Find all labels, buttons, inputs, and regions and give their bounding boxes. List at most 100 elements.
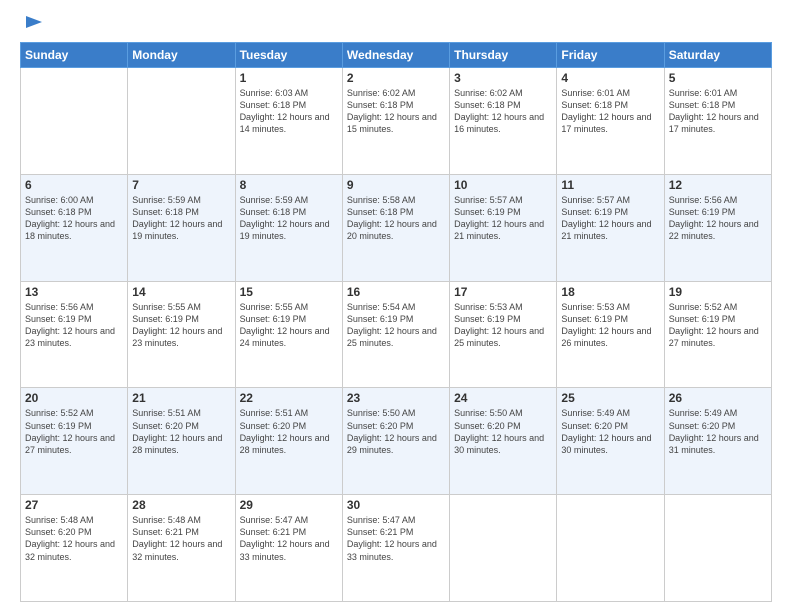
day-info: Sunrise: 6:02 AMSunset: 6:18 PMDaylight:… [347, 87, 445, 136]
weekday-header: Saturday [664, 43, 771, 68]
calendar-cell: 12 Sunrise: 5:56 AMSunset: 6:19 PMDayligh… [664, 174, 771, 281]
calendar-cell [450, 495, 557, 602]
day-info: Sunrise: 6:01 AMSunset: 6:18 PMDaylight:… [669, 87, 767, 136]
day-number: 23 [347, 391, 445, 405]
day-info: Sunrise: 5:53 AMSunset: 6:19 PMDaylight:… [454, 301, 552, 350]
day-info: Sunrise: 5:49 AMSunset: 6:20 PMDaylight:… [669, 407, 767, 456]
calendar-week-row: 27 Sunrise: 5:48 AMSunset: 6:20 PMDayligh… [21, 495, 772, 602]
calendar-cell: 6 Sunrise: 6:00 AMSunset: 6:18 PMDaylight… [21, 174, 128, 281]
day-number: 20 [25, 391, 123, 405]
day-info: Sunrise: 5:51 AMSunset: 6:20 PMDaylight:… [240, 407, 338, 456]
day-number: 5 [669, 71, 767, 85]
calendar-cell: 17 Sunrise: 5:53 AMSunset: 6:19 PMDayligh… [450, 281, 557, 388]
calendar-cell: 23 Sunrise: 5:50 AMSunset: 6:20 PMDayligh… [342, 388, 449, 495]
calendar-cell: 28 Sunrise: 5:48 AMSunset: 6:21 PMDayligh… [128, 495, 235, 602]
day-number: 10 [454, 178, 552, 192]
calendar-cell: 10 Sunrise: 5:57 AMSunset: 6:19 PMDayligh… [450, 174, 557, 281]
calendar-cell [21, 68, 128, 175]
calendar-week-row: 6 Sunrise: 6:00 AMSunset: 6:18 PMDaylight… [21, 174, 772, 281]
calendar-week-row: 1 Sunrise: 6:03 AMSunset: 6:18 PMDaylight… [21, 68, 772, 175]
calendar-cell: 18 Sunrise: 5:53 AMSunset: 6:19 PMDayligh… [557, 281, 664, 388]
calendar-cell [557, 495, 664, 602]
day-info: Sunrise: 5:57 AMSunset: 6:19 PMDaylight:… [454, 194, 552, 243]
calendar-cell: 15 Sunrise: 5:55 AMSunset: 6:19 PMDayligh… [235, 281, 342, 388]
calendar-cell: 25 Sunrise: 5:49 AMSunset: 6:20 PMDayligh… [557, 388, 664, 495]
day-number: 12 [669, 178, 767, 192]
day-info: Sunrise: 5:58 AMSunset: 6:18 PMDaylight:… [347, 194, 445, 243]
day-number: 14 [132, 285, 230, 299]
day-number: 29 [240, 498, 338, 512]
day-info: Sunrise: 6:01 AMSunset: 6:18 PMDaylight:… [561, 87, 659, 136]
day-number: 1 [240, 71, 338, 85]
calendar-cell: 21 Sunrise: 5:51 AMSunset: 6:20 PMDayligh… [128, 388, 235, 495]
calendar-cell: 24 Sunrise: 5:50 AMSunset: 6:20 PMDayligh… [450, 388, 557, 495]
page: SundayMondayTuesdayWednesdayThursdayFrid… [0, 0, 792, 612]
day-info: Sunrise: 6:00 AMSunset: 6:18 PMDaylight:… [25, 194, 123, 243]
calendar-cell: 29 Sunrise: 5:47 AMSunset: 6:21 PMDayligh… [235, 495, 342, 602]
day-number: 6 [25, 178, 123, 192]
calendar-cell: 3 Sunrise: 6:02 AMSunset: 6:18 PMDaylight… [450, 68, 557, 175]
day-info: Sunrise: 5:50 AMSunset: 6:20 PMDaylight:… [347, 407, 445, 456]
day-info: Sunrise: 5:48 AMSunset: 6:20 PMDaylight:… [25, 514, 123, 563]
day-number: 21 [132, 391, 230, 405]
day-info: Sunrise: 5:55 AMSunset: 6:19 PMDaylight:… [132, 301, 230, 350]
calendar-cell: 8Sunrise: 5:59 AMSunset: 6:18 PMDaylight… [235, 174, 342, 281]
day-info: Sunrise: 5:53 AMSunset: 6:19 PMDaylight:… [561, 301, 659, 350]
day-number: 30 [347, 498, 445, 512]
day-info: Sunrise: 5:50 AMSunset: 6:20 PMDaylight:… [454, 407, 552, 456]
day-info: Sunrise: 5:48 AMSunset: 6:21 PMDaylight:… [132, 514, 230, 563]
header [20, 18, 772, 32]
weekday-header: Friday [557, 43, 664, 68]
calendar-cell [664, 495, 771, 602]
day-number: 17 [454, 285, 552, 299]
day-number: 25 [561, 391, 659, 405]
calendar-cell: 27 Sunrise: 5:48 AMSunset: 6:20 PMDayligh… [21, 495, 128, 602]
day-info: Sunrise: 6:03 AMSunset: 6:18 PMDaylight:… [240, 87, 338, 136]
calendar-cell: 19 Sunrise: 5:52 AMSunset: 6:19 PMDayligh… [664, 281, 771, 388]
calendar-week-row: 20 Sunrise: 5:52 AMSunset: 6:19 PMDayligh… [21, 388, 772, 495]
day-info: Sunrise: 5:47 AMSunset: 6:21 PMDaylight:… [240, 514, 338, 563]
calendar-cell: 1 Sunrise: 6:03 AMSunset: 6:18 PMDaylight… [235, 68, 342, 175]
weekday-header: Wednesday [342, 43, 449, 68]
logo [20, 18, 44, 32]
day-number: 22 [240, 391, 338, 405]
calendar-cell: 4 Sunrise: 6:01 AMSunset: 6:18 PMDaylight… [557, 68, 664, 175]
day-number: 27 [25, 498, 123, 512]
calendar-table: SundayMondayTuesdayWednesdayThursdayFrid… [20, 42, 772, 602]
day-number: 26 [669, 391, 767, 405]
calendar-cell: 30Sunrise: 5:47 AMSunset: 6:21 PMDayligh… [342, 495, 449, 602]
calendar-cell [128, 68, 235, 175]
calendar-cell: 16Sunrise: 5:54 AMSunset: 6:19 PMDayligh… [342, 281, 449, 388]
calendar-cell: 26 Sunrise: 5:49 AMSunset: 6:20 PMDayligh… [664, 388, 771, 495]
day-number: 18 [561, 285, 659, 299]
day-number: 28 [132, 498, 230, 512]
calendar-cell: 7Sunrise: 5:59 AMSunset: 6:18 PMDaylight… [128, 174, 235, 281]
logo-icon [22, 14, 44, 36]
day-number: 2 [347, 71, 445, 85]
calendar-cell: 5 Sunrise: 6:01 AMSunset: 6:18 PMDaylight… [664, 68, 771, 175]
day-number: 24 [454, 391, 552, 405]
weekday-header: Tuesday [235, 43, 342, 68]
day-number: 19 [669, 285, 767, 299]
calendar-cell: 9Sunrise: 5:58 AMSunset: 6:18 PMDaylight… [342, 174, 449, 281]
day-number: 15 [240, 285, 338, 299]
day-info: Sunrise: 5:52 AMSunset: 6:19 PMDaylight:… [669, 301, 767, 350]
calendar-cell: 2 Sunrise: 6:02 AMSunset: 6:18 PMDaylight… [342, 68, 449, 175]
day-info: Sunrise: 6:02 AMSunset: 6:18 PMDaylight:… [454, 87, 552, 136]
calendar-cell: 14 Sunrise: 5:55 AMSunset: 6:19 PMDayligh… [128, 281, 235, 388]
weekday-header: Monday [128, 43, 235, 68]
calendar-week-row: 13 Sunrise: 5:56 AMSunset: 6:19 PMDayligh… [21, 281, 772, 388]
day-number: 3 [454, 71, 552, 85]
day-info: Sunrise: 5:49 AMSunset: 6:20 PMDaylight:… [561, 407, 659, 456]
weekday-header: Sunday [21, 43, 128, 68]
day-info: Sunrise: 5:56 AMSunset: 6:19 PMDaylight:… [669, 194, 767, 243]
day-info: Sunrise: 5:56 AMSunset: 6:19 PMDaylight:… [25, 301, 123, 350]
day-info: Sunrise: 5:55 AMSunset: 6:19 PMDaylight:… [240, 301, 338, 350]
day-number: 4 [561, 71, 659, 85]
calendar-cell: 11Sunrise: 5:57 AMSunset: 6:19 PMDayligh… [557, 174, 664, 281]
day-info: Sunrise: 5:52 AMSunset: 6:19 PMDaylight:… [25, 407, 123, 456]
weekday-header-row: SundayMondayTuesdayWednesdayThursdayFrid… [21, 43, 772, 68]
day-number: 16 [347, 285, 445, 299]
day-info: Sunrise: 5:51 AMSunset: 6:20 PMDaylight:… [132, 407, 230, 456]
day-number: 13 [25, 285, 123, 299]
